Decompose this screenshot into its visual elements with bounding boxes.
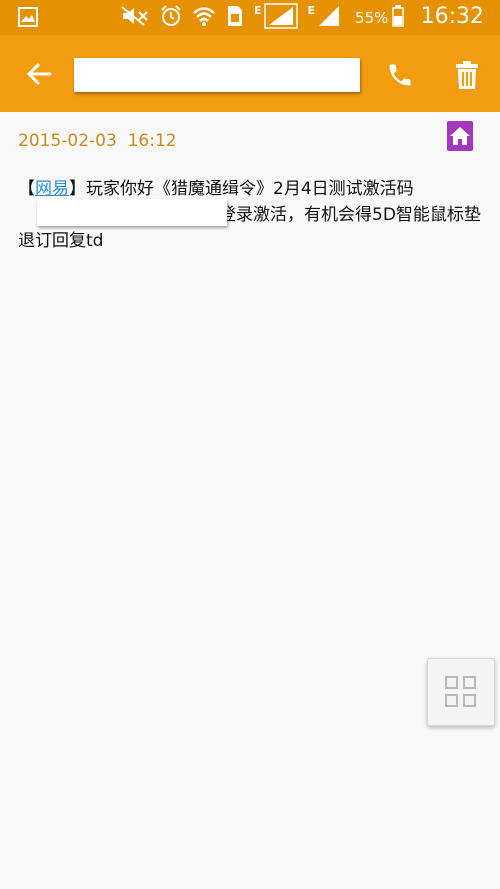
clock: 16:32 [420,4,484,29]
battery-percent: 55% [355,9,389,27]
mute-icon [120,5,150,31]
signal-icon [263,3,298,33]
quick-menu-button[interactable] [427,658,495,726]
home-icon[interactable] [447,121,473,151]
message-timestamp: 2015-02-03 16:12 [18,131,177,151]
wifi-icon [192,5,216,31]
message-date: 2015-02-03 [18,131,117,151]
sim-icon [226,5,244,31]
bracket-open: 【 [18,179,35,199]
image-icon [18,7,38,31]
battery-icon [392,5,405,31]
network-type-label: E [307,3,316,17]
sender-link[interactable]: 网易 [35,179,69,199]
recipient-field[interactable] [74,58,360,92]
message-text-part-1: 】玩家你好《猎魔通缉令》2月4日测试激活码 [69,179,414,199]
back-arrow-icon[interactable] [24,59,54,89]
alarm-icon [160,5,182,31]
redaction-box [37,199,227,226]
status-bar: E E 55% 16:32 [0,0,500,35]
signal-icon [317,4,341,32]
phone-icon[interactable] [386,61,414,89]
trash-icon[interactable] [454,60,480,90]
network-type-label: E [254,3,262,17]
message-time: 16:12 [127,131,177,151]
app-bar [0,35,500,112]
